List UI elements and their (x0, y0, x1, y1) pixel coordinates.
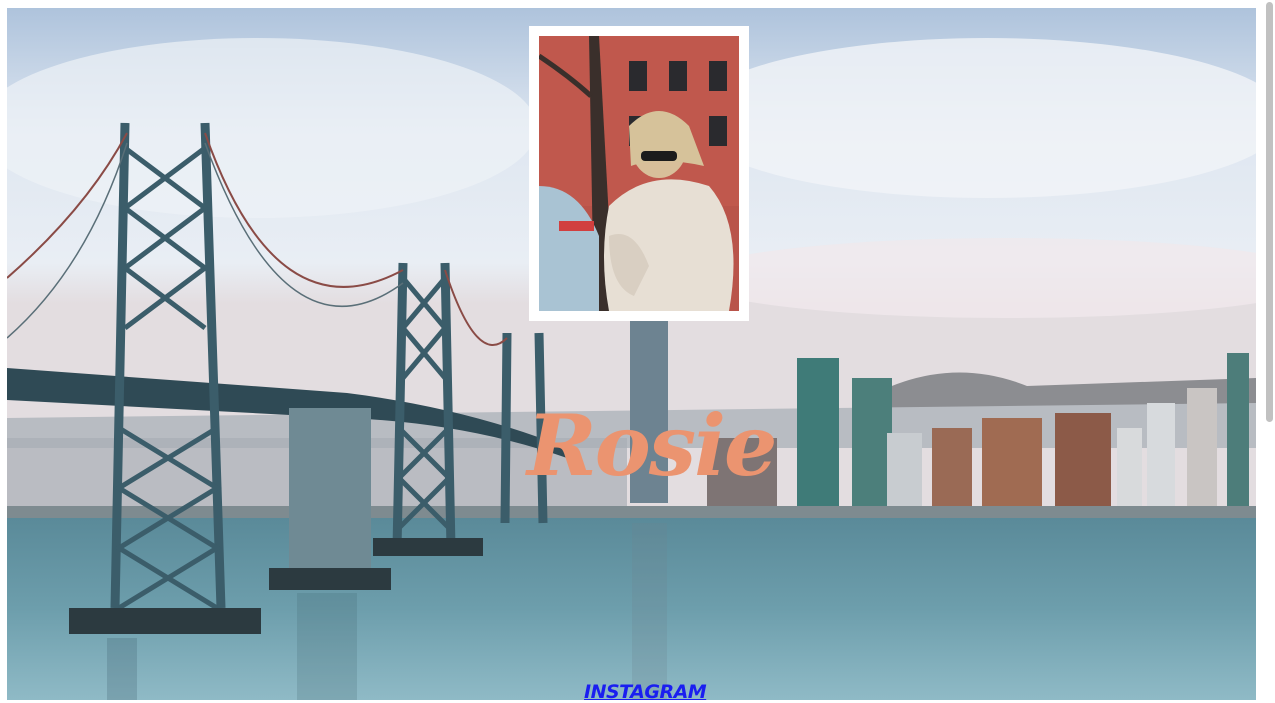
instagram-link[interactable]: INSTAGRAM (584, 683, 707, 702)
portrait-image (539, 36, 739, 311)
vertical-scrollbar[interactable] (1263, 0, 1275, 700)
profile-name-heading: Rosie (527, 396, 777, 495)
profile-photo-frame (529, 26, 749, 321)
profile-photo (539, 36, 739, 311)
hero-background-photo: Rosie (7, 8, 1256, 700)
scrollbar-thumb[interactable] (1266, 2, 1273, 422)
